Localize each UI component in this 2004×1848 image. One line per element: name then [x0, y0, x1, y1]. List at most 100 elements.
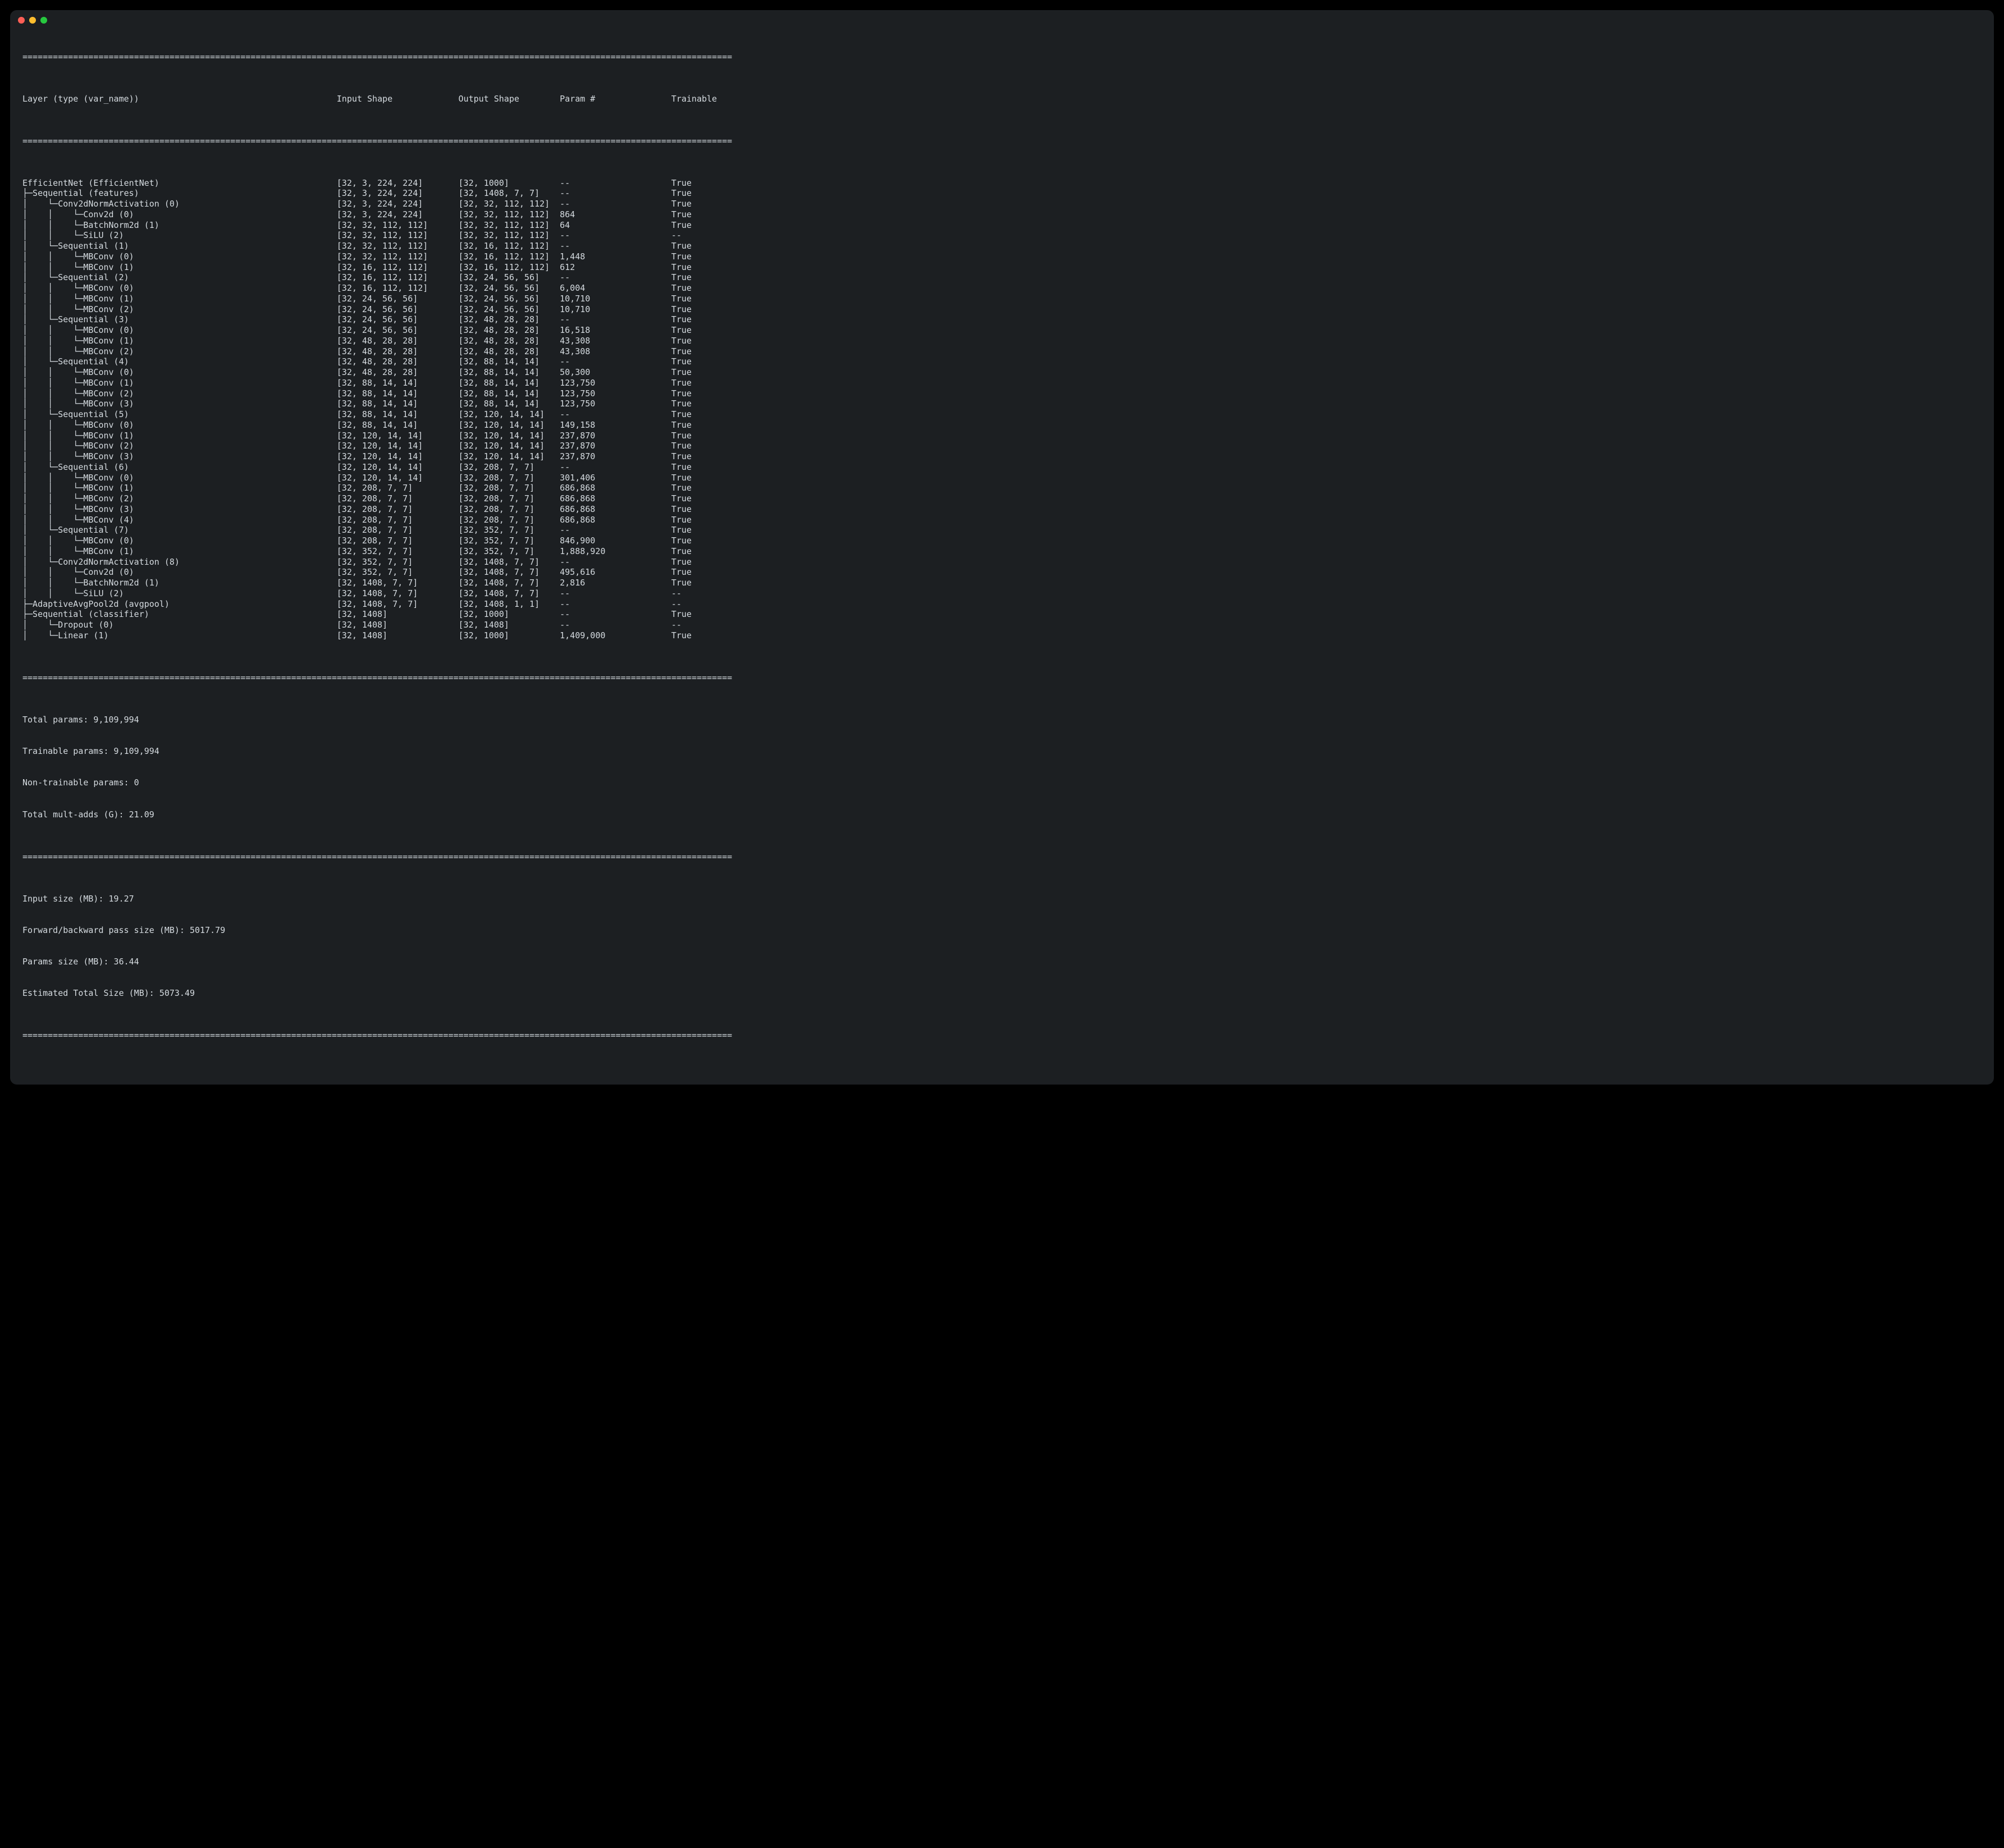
cell-trainable: True [671, 420, 732, 431]
hr-header: ========================================… [22, 136, 1982, 147]
cell-output-shape: [32, 208, 7, 7] [459, 504, 560, 515]
cell-trainable: -- [671, 599, 732, 610]
cell-input-shape: [32, 88, 14, 14] [337, 409, 459, 420]
cell-input-shape: [32, 208, 7, 7] [337, 515, 459, 525]
zoom-icon[interactable] [40, 17, 47, 24]
cell-param-count: 1,448 [560, 251, 671, 262]
cell-layer: ├─Sequential (classifier) [22, 609, 337, 620]
cell-input-shape: [32, 352, 7, 7] [337, 557, 459, 568]
cell-param-count: 612 [560, 262, 671, 273]
cell-trainable: True [671, 451, 732, 462]
cell-param-count: 43,308 [560, 336, 671, 346]
cell-output-shape: [32, 1000] [459, 609, 560, 620]
cell-output-shape: [32, 88, 14, 14] [459, 399, 560, 409]
table-row: │ └─Sequential (2)[32, 16, 112, 112][32,… [22, 272, 1982, 283]
table-row: │ │ └─MBConv (0)[32, 48, 28, 28][32, 88,… [22, 367, 1982, 378]
table-header-row: Layer (type (var_name)) Input Shape Outp… [22, 94, 1982, 104]
cell-layer: │ └─Sequential (1) [22, 241, 337, 251]
cell-param-count: -- [560, 314, 671, 325]
col-train: Trainable [671, 94, 732, 104]
cell-input-shape: [32, 24, 56, 56] [337, 304, 459, 315]
cell-param-count: 686,868 [560, 493, 671, 504]
table-row: │ │ └─MBConv (3)[32, 208, 7, 7][32, 208,… [22, 504, 1982, 515]
summary-trainable-params: Trainable params: 9,109,994 [22, 746, 1982, 757]
table-row: │ │ └─BatchNorm2d (1)[32, 32, 112, 112][… [22, 220, 1982, 231]
cell-output-shape: [32, 208, 7, 7] [459, 483, 560, 493]
cell-layer: │ │ └─MBConv (2) [22, 304, 337, 315]
cell-trainable: True [671, 409, 732, 420]
cell-param-count: 149,158 [560, 420, 671, 431]
table-row: ├─AdaptiveAvgPool2d (avgpool)[32, 1408, … [22, 599, 1982, 610]
cell-param-count: -- [560, 188, 671, 199]
cell-output-shape: [32, 120, 14, 14] [459, 441, 560, 451]
table-row: │ │ └─MBConv (0)[32, 16, 112, 112][32, 2… [22, 283, 1982, 294]
cell-layer: ├─Sequential (features) [22, 188, 337, 199]
cell-trainable: True [671, 209, 732, 220]
cell-input-shape: [32, 48, 28, 28] [337, 367, 459, 378]
cell-trainable: True [671, 493, 732, 504]
minimize-icon[interactable] [29, 17, 36, 24]
cell-input-shape: [32, 24, 56, 56] [337, 325, 459, 336]
cell-layer: │ │ └─MBConv (0) [22, 473, 337, 483]
cell-output-shape: [32, 1408] [459, 620, 560, 630]
cell-param-count: 50,300 [560, 367, 671, 378]
cell-layer: │ │ └─MBConv (1) [22, 546, 337, 557]
cell-output-shape: [32, 16, 112, 112] [459, 241, 560, 251]
cell-trainable: True [671, 220, 732, 231]
cell-input-shape: [32, 88, 14, 14] [337, 378, 459, 388]
summary-est-total: Estimated Total Size (MB): 5073.49 [22, 988, 1982, 999]
cell-trainable: True [671, 399, 732, 409]
cell-param-count: -- [560, 588, 671, 599]
table-row: │ │ └─MBConv (1)[32, 120, 14, 14][32, 12… [22, 431, 1982, 441]
cell-layer: │ │ └─MBConv (3) [22, 504, 337, 515]
cell-trainable: -- [671, 588, 732, 599]
cell-layer: │ │ └─MBConv (1) [22, 483, 337, 493]
cell-layer: EfficientNet (EfficientNet) [22, 178, 337, 189]
cell-layer: │ │ └─MBConv (1) [22, 378, 337, 388]
cell-input-shape: [32, 1408] [337, 609, 459, 620]
cell-output-shape: [32, 48, 28, 28] [459, 314, 560, 325]
cell-output-shape: [32, 1408, 7, 7] [459, 557, 560, 568]
cell-layer: │ │ └─MBConv (0) [22, 536, 337, 546]
cell-output-shape: [32, 88, 14, 14] [459, 367, 560, 378]
cell-input-shape: [32, 208, 7, 7] [337, 525, 459, 536]
cell-input-shape: [32, 120, 14, 14] [337, 473, 459, 483]
col-param: Param # [560, 94, 671, 104]
cell-layer: │ └─Dropout (0) [22, 620, 337, 630]
cell-output-shape: [32, 208, 7, 7] [459, 515, 560, 525]
close-icon[interactable] [18, 17, 25, 24]
table-row: │ │ └─MBConv (1)[32, 208, 7, 7][32, 208,… [22, 483, 1982, 493]
cell-param-count: 10,710 [560, 294, 671, 304]
cell-param-count: 16,518 [560, 325, 671, 336]
summary-fwdbwd: Forward/backward pass size (MB): 5017.79 [22, 925, 1982, 936]
cell-layer: │ │ └─MBConv (0) [22, 325, 337, 336]
cell-layer: │ │ └─MBConv (1) [22, 336, 337, 346]
table-row: ├─Sequential (classifier)[32, 1408][32, … [22, 609, 1982, 620]
cell-output-shape: [32, 120, 14, 14] [459, 420, 560, 431]
cell-trainable: True [671, 178, 732, 189]
cell-param-count: 123,750 [560, 388, 671, 399]
cell-input-shape: [32, 24, 56, 56] [337, 294, 459, 304]
cell-trainable: True [671, 462, 732, 473]
cell-output-shape: [32, 208, 7, 7] [459, 462, 560, 473]
table-row: │ └─Linear (1)[32, 1408][32, 1000]1,409,… [22, 630, 1982, 641]
table-row: │ └─Sequential (6)[32, 120, 14, 14][32, … [22, 462, 1982, 473]
cell-output-shape: [32, 1000] [459, 630, 560, 641]
cell-trainable: True [671, 473, 732, 483]
cell-input-shape: [32, 32, 112, 112] [337, 241, 459, 251]
cell-output-shape: [32, 1408, 7, 7] [459, 588, 560, 599]
cell-param-count: 1,888,920 [560, 546, 671, 557]
cell-input-shape: [32, 120, 14, 14] [337, 441, 459, 451]
cell-param-count: 237,870 [560, 451, 671, 462]
cell-trainable: True [671, 504, 732, 515]
cell-param-count: 846,900 [560, 536, 671, 546]
cell-input-shape: [32, 32, 112, 112] [337, 251, 459, 262]
cell-trainable: True [671, 314, 732, 325]
cell-trainable: True [671, 272, 732, 283]
table-row: │ └─Sequential (4)[32, 48, 28, 28][32, 8… [22, 356, 1982, 367]
cell-param-count: -- [560, 462, 671, 473]
cell-input-shape: [32, 16, 112, 112] [337, 262, 459, 273]
cell-output-shape: [32, 208, 7, 7] [459, 473, 560, 483]
cell-param-count: 2,816 [560, 578, 671, 588]
cell-param-count: -- [560, 609, 671, 620]
